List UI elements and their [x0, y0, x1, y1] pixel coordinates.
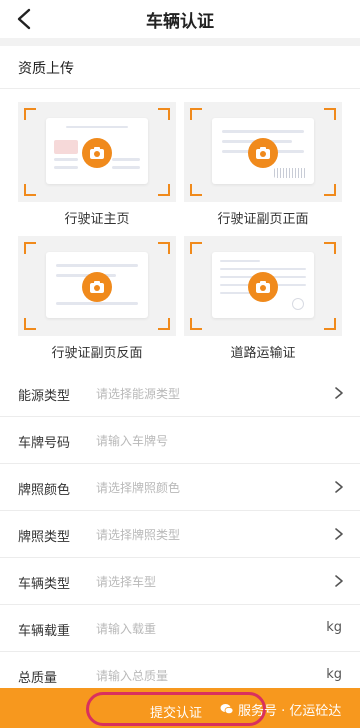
- frame-corner: [24, 242, 36, 254]
- frame-corner: [324, 242, 336, 254]
- form-row-vehicle-type[interactable]: 车辆类型 请选择车型: [0, 558, 360, 605]
- frame-corner: [190, 318, 202, 330]
- section-divider: [0, 88, 360, 89]
- row-label: 车辆类型: [18, 577, 71, 592]
- energy-type-select[interactable]: 请选择能源类型: [96, 385, 306, 402]
- plate-color-select[interactable]: 请选择牌照颜色: [96, 479, 306, 496]
- plate-number-input[interactable]: 请输入车牌号: [96, 432, 306, 449]
- frame-corner: [24, 184, 36, 196]
- camera-icon: [90, 147, 104, 159]
- frame-corner: [158, 242, 170, 254]
- row-label: 车牌号码: [18, 436, 71, 451]
- row-label: 牌照颜色: [18, 483, 71, 498]
- chevron-right-icon: [335, 528, 343, 540]
- row-label: 车辆载重: [18, 624, 71, 639]
- camera-icon: [256, 147, 270, 159]
- chevron-right-icon: [335, 481, 343, 493]
- form-row-load-capacity[interactable]: 车辆载重 请输入载重 kg: [0, 605, 360, 652]
- header-divider: [0, 38, 360, 46]
- nav-bar: 车辆认证: [0, 0, 360, 38]
- upload-card-license-main[interactable]: [18, 102, 176, 202]
- upload-card-license-sub-back[interactable]: [18, 236, 176, 336]
- form-row-energy-type[interactable]: 能源类型 请选择能源类型: [0, 370, 360, 417]
- load-capacity-input[interactable]: 请输入载重: [96, 620, 306, 637]
- frame-corner: [24, 108, 36, 120]
- camera-icon: [90, 281, 104, 293]
- wechat-icon: [220, 704, 234, 715]
- row-label: 能源类型: [18, 389, 71, 404]
- chevron-right-icon: [335, 575, 343, 587]
- upload-label: 行驶证副页反面: [51, 346, 143, 361]
- frame-corner: [158, 318, 170, 330]
- frame-corner: [24, 318, 36, 330]
- camera-button[interactable]: [82, 272, 112, 302]
- form-row-plate-number[interactable]: 车牌号码 请输入车牌号: [0, 417, 360, 464]
- form-row-plate-color[interactable]: 牌照颜色 请选择牌照颜色: [0, 464, 360, 511]
- unit-label: kg: [326, 620, 342, 635]
- camera-button[interactable]: [82, 138, 112, 168]
- page-title: 车辆认证: [146, 12, 214, 32]
- unit-label: kg: [326, 667, 342, 682]
- vehicle-type-select[interactable]: 请选择车型: [96, 573, 306, 590]
- chevron-right-icon: [335, 387, 343, 399]
- frame-corner: [158, 184, 170, 196]
- frame-corner: [190, 108, 202, 120]
- upload-card-license-sub-front[interactable]: [184, 102, 342, 202]
- frame-corner: [190, 242, 202, 254]
- upload-label: 行驶证主页: [64, 212, 130, 227]
- frame-corner: [324, 184, 336, 196]
- camera-icon: [256, 281, 270, 293]
- frame-corner: [190, 184, 202, 196]
- upload-label: 道路运输证: [230, 346, 296, 361]
- row-label: 总质量: [18, 671, 58, 686]
- plate-type-select[interactable]: 请选择牌照类型: [96, 526, 306, 543]
- watermark-text: 服务号 · 亿运砼达: [238, 703, 342, 719]
- total-mass-input[interactable]: 请输入总质量: [96, 667, 306, 684]
- watermark: 服务号 · 亿运砼达: [220, 699, 341, 719]
- form-row-plate-type[interactable]: 牌照类型 请选择牌照类型: [0, 511, 360, 558]
- camera-button[interactable]: [248, 272, 278, 302]
- upload-card-transport-permit[interactable]: [184, 236, 342, 336]
- camera-button[interactable]: [248, 138, 278, 168]
- upload-label: 行驶证副页正面: [217, 212, 309, 227]
- section-title: 资质上传: [18, 61, 74, 77]
- frame-corner: [324, 108, 336, 120]
- row-label: 牌照类型: [18, 530, 71, 545]
- frame-corner: [158, 108, 170, 120]
- frame-corner: [324, 318, 336, 330]
